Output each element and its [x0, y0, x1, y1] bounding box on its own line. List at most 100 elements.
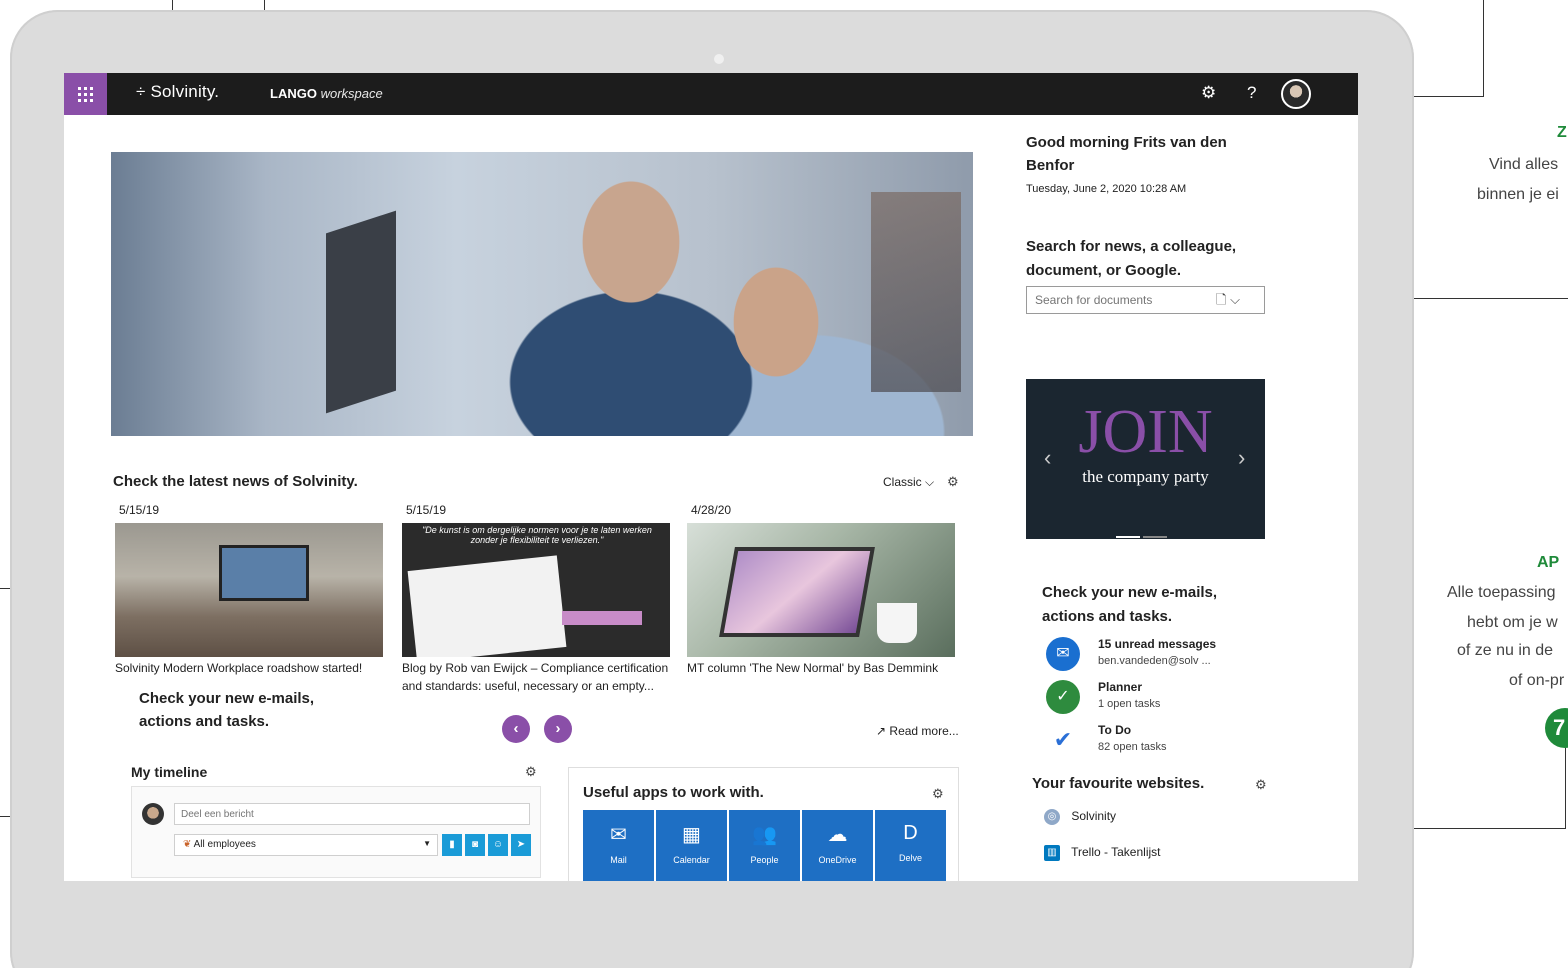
banner-carousel[interactable]: JOIN the company party ‹ ›: [1026, 379, 1265, 539]
news-prev-button[interactable]: ‹: [502, 715, 530, 743]
news-caption[interactable]: Solvinity Modern Workplace roadshow star…: [115, 659, 383, 677]
waffle-icon: [78, 86, 93, 102]
news-settings-gear-icon[interactable]: ⚙: [947, 474, 959, 490]
help-button[interactable]: ?: [1247, 83, 1256, 103]
thumb-paper: [407, 555, 567, 657]
hero-shelf: [871, 192, 961, 392]
annotation-z-line2: binnen je ei: [1477, 186, 1559, 203]
screen: ÷ Solvinity. LANGO workspace ⚙ ? Check t…: [64, 73, 1358, 881]
emoji-icon[interactable]: ☺: [488, 834, 508, 856]
timeline-gear-icon[interactable]: ⚙: [525, 764, 537, 780]
send-icon[interactable]: ➤: [511, 834, 531, 856]
greeting: Good morning Frits van den Benfor: [1026, 134, 1227, 174]
people-icon: 👥: [752, 824, 777, 846]
news-view-label: Classic: [883, 475, 922, 489]
app-tile-label: Mail: [610, 855, 627, 865]
greeting-date: Tuesday, June 2, 2020 10:28 AM: [1026, 183, 1187, 195]
planner-icon: ✓: [1046, 680, 1080, 714]
mail-row-title: Planner: [1098, 680, 1143, 694]
carousel-dots[interactable]: [1116, 525, 1170, 543]
read-more-label: Read more...: [889, 724, 959, 738]
app-tile-label: People: [750, 855, 779, 865]
post-input[interactable]: [174, 803, 530, 825]
avatar: [142, 803, 164, 825]
search-heading: Search for news, a colleague, document, …: [1026, 238, 1237, 279]
favourites-gear-icon[interactable]: ⚙: [1255, 777, 1267, 793]
callout-line: [1483, 0, 1484, 96]
camera-dot: [714, 54, 724, 64]
hero-monitor: [326, 210, 396, 414]
timeline-title: My timeline: [131, 764, 208, 780]
chevron-down-icon: ⌵: [925, 475, 935, 489]
thumb-cup: [877, 603, 917, 643]
mail-row-sub: 82 open tasks: [1098, 741, 1167, 753]
app-tile-label: Calendar: [673, 855, 710, 865]
app-tile-people[interactable]: 👥 People: [729, 810, 800, 881]
chevron-right-icon[interactable]: ›: [1238, 445, 1245, 471]
annotation-ap-line2: hebt om je w: [1467, 614, 1558, 631]
apps-panel: Useful apps to work with. ⚙ ✉ Mail ▦ Cal…: [568, 767, 959, 881]
annotation-ap-line1: Alle toepassing: [1447, 584, 1556, 601]
mail-row[interactable]: ✉ 15 unread messages ben.vandeden@solv .…: [1046, 637, 1266, 677]
camera-icon[interactable]: ◙: [465, 834, 485, 856]
outlook-icon: ✉: [610, 824, 627, 846]
news-item[interactable]: 5/15/19 "De kunst is om dergelijke norme…: [402, 503, 670, 695]
brand-logo[interactable]: ÷ Solvinity.: [136, 82, 219, 102]
favourite-link[interactable]: ◎ Solvinity: [1044, 809, 1116, 825]
read-more-link[interactable]: ↗ Read more...: [876, 724, 959, 738]
timeline-box: ❦ All employees ▼ ▮ ◙ ☺ ➤: [131, 786, 541, 878]
gear-icon[interactable]: ⚙: [1201, 83, 1216, 103]
mail-row[interactable]: ✔ To Do 82 open tasks: [1046, 723, 1266, 763]
news-item[interactable]: 4/28/20 MT column 'The New Normal' by Ba…: [687, 503, 955, 677]
hero-image: [111, 152, 973, 436]
trello-icon: ▥: [1044, 845, 1060, 861]
news-date: 5/15/19: [406, 503, 447, 517]
top-bar: ÷ Solvinity. LANGO workspace ⚙ ?: [64, 73, 1358, 115]
dropdown-triangle-icon: ▼: [423, 839, 431, 848]
search-scope-dropdown[interactable]: 🗋 ⌵: [1216, 291, 1240, 313]
thumb-laptop: [719, 547, 875, 637]
mail-row-title: To Do: [1098, 723, 1132, 737]
chevron-left-icon[interactable]: ‹: [1044, 445, 1051, 471]
avatar[interactable]: [1281, 79, 1311, 109]
annotation-ap-label: AP: [1537, 554, 1560, 571]
news-view-dropdown[interactable]: Classic ⌵: [883, 475, 934, 490]
news-item[interactable]: 5/15/19 Solvinity Modern Workplace roads…: [115, 503, 383, 677]
apps-title: Useful apps to work with.: [583, 784, 764, 801]
mail-row-title: 15 unread messages: [1098, 637, 1217, 651]
apps-gear-icon[interactable]: ⚙: [932, 786, 944, 802]
favourite-label: Solvinity: [1071, 809, 1117, 824]
app-launcher-button[interactable]: [64, 73, 107, 115]
workspace-title-italic: workspace: [320, 86, 383, 101]
audience-label: All employees: [193, 839, 256, 850]
chevron-down-icon: ⌵: [1230, 292, 1240, 307]
news-thumbnail[interactable]: [687, 523, 955, 657]
app-tile-onedrive[interactable]: ☁ OneDrive: [802, 810, 873, 881]
mail-heading: Check your new e-mails, actions and task…: [1042, 584, 1218, 625]
globe-icon: ◎: [1044, 809, 1060, 825]
favourite-link[interactable]: ▥ Trello - Takenlijst: [1044, 845, 1161, 861]
todo-check-icon: ✔: [1046, 723, 1080, 757]
news-caption[interactable]: MT column 'The New Normal' by Bas Demmin…: [687, 659, 955, 677]
mail-row-sub: ben.vandeden@solv ...: [1098, 655, 1211, 667]
attach-icon[interactable]: ▮: [442, 834, 462, 856]
stage: Z Vind alles binnen je ei AP Alle toepas…: [0, 0, 1568, 968]
delve-icon: D: [903, 822, 918, 844]
arrow-up-right-icon: ↗: [876, 724, 887, 738]
mail-row[interactable]: ✓ Planner 1 open tasks: [1046, 680, 1266, 720]
callout-line: [1565, 745, 1566, 829]
news-caption[interactable]: Blog by Rob van Ewijck – Compliance cert…: [402, 659, 670, 695]
app-tile-calendar[interactable]: ▦ Calendar: [656, 810, 727, 881]
thumb-button: [562, 611, 642, 625]
news-thumbnail[interactable]: "De kunst is om dergelijke normen voor j…: [402, 523, 670, 657]
app-tile-mail[interactable]: ✉ Mail: [583, 810, 654, 881]
news-date: 4/28/20: [691, 503, 732, 517]
favourite-label: Trello - Takenlijst: [1071, 845, 1161, 860]
app-tile-delve[interactable]: D Delve: [875, 810, 946, 881]
banner-subtitle: the company party: [1082, 467, 1209, 486]
audience-select[interactable]: ❦ All employees ▼: [174, 834, 438, 856]
annotation-badge: 7: [1545, 708, 1568, 748]
news-thumbnail[interactable]: [115, 523, 383, 657]
annotation-z-label: Z: [1557, 124, 1567, 141]
news-next-button[interactable]: ›: [544, 715, 572, 743]
